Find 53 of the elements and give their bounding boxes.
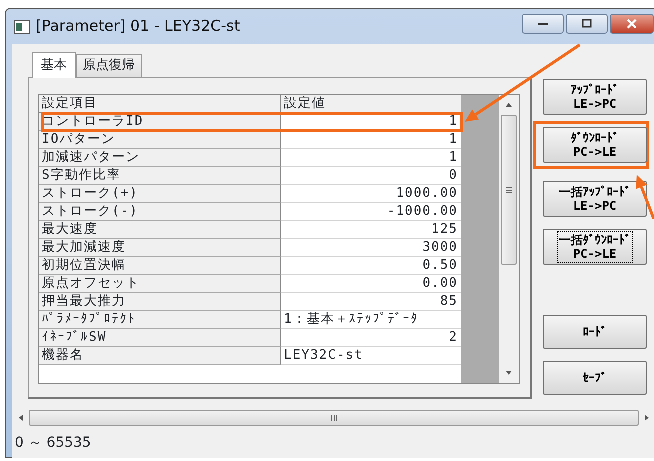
table-cell: ﾊﾟﾗﾒｰﾀﾌﾟﾛﾃｸﾄ bbox=[39, 311, 281, 329]
table-cell[interactable]: 1 bbox=[281, 149, 461, 167]
scroll-right-icon[interactable] bbox=[643, 414, 651, 422]
table-cell[interactable]: 125 bbox=[281, 221, 461, 239]
table-cell: ｲﾈｰﾌﾞﾙSW bbox=[39, 329, 281, 347]
status-text: 0 ～ 65535 bbox=[14, 434, 92, 453]
column-header: 設定値 bbox=[281, 95, 461, 113]
table-cell: ストローク(+) bbox=[39, 185, 281, 203]
scroll-down-icon[interactable] bbox=[505, 369, 513, 377]
table-cell[interactable]: 0.50 bbox=[281, 257, 461, 275]
file-button[interactable]: ﾛｰﾄﾞ bbox=[543, 315, 647, 349]
table-cell[interactable]: -1000.00 bbox=[281, 203, 461, 221]
close-button[interactable] bbox=[610, 14, 654, 34]
table-cell[interactable]: 1 bbox=[281, 131, 461, 149]
scroll-left-icon[interactable] bbox=[17, 414, 25, 422]
vertical-scrollbar[interactable] bbox=[499, 95, 519, 383]
tab[interactable]: 原点復帰 bbox=[76, 54, 142, 77]
transfer-button[interactable]: 一括ﾀﾞｳﾝﾛｰﾄﾞ PC->LE bbox=[543, 229, 647, 265]
tab[interactable]: 基本 bbox=[32, 52, 76, 78]
table-cell: コントローラID bbox=[39, 113, 281, 131]
scroll-thumb[interactable] bbox=[501, 115, 517, 265]
maximize-icon bbox=[582, 19, 592, 28]
table-cell: 初期位置決幅 bbox=[39, 257, 281, 275]
file-button[interactable]: ｾｰﾌﾞ bbox=[543, 361, 647, 395]
table-cell[interactable]: 2 bbox=[281, 329, 461, 347]
table-cell: 最大速度 bbox=[39, 221, 281, 239]
table-cell[interactable]: 3000 bbox=[281, 239, 461, 257]
table-cell: 機器名 bbox=[39, 347, 281, 365]
table-cell: S字動作比率 bbox=[39, 167, 281, 185]
table-cell[interactable]: 1000.00 bbox=[281, 185, 461, 203]
table-cell[interactable]: LEY32C-st bbox=[281, 347, 461, 365]
table-cell: ストローク(-) bbox=[39, 203, 281, 221]
table-cell: 加減速パターン bbox=[39, 149, 281, 167]
transfer-button[interactable]: ﾀﾞｳﾝﾛｰﾄﾞ PC->LE bbox=[543, 127, 647, 163]
table-cell: 押当最大推力 bbox=[39, 293, 281, 311]
window-title: [Parameter] 01 - LEY32C-st bbox=[36, 16, 240, 38]
table-cell: IOパターン bbox=[39, 131, 281, 149]
table-cell[interactable]: 1：基本＋ｽﾃｯﾌﾟﾃﾞｰﾀ bbox=[281, 311, 461, 329]
close-icon bbox=[626, 18, 638, 28]
minimize-icon bbox=[538, 22, 548, 26]
column-header: 設定項目 bbox=[39, 95, 281, 113]
transfer-button[interactable]: 一括ｱｯﾌﾟﾛｰﾄﾞ LE->PC bbox=[543, 181, 647, 217]
maximize-button[interactable] bbox=[566, 14, 608, 34]
table-cell: 原点オフセット bbox=[39, 275, 281, 293]
scroll-up-icon[interactable] bbox=[505, 101, 513, 109]
app-icon bbox=[14, 20, 30, 34]
table-cell: 最大加減速度 bbox=[39, 239, 281, 257]
minimize-button[interactable] bbox=[522, 14, 564, 34]
table-cell[interactable]: 0 bbox=[281, 167, 461, 185]
table-cell[interactable]: 85 bbox=[281, 293, 461, 311]
callout-arrow bbox=[636, 175, 654, 220]
table-cell[interactable]: 0.00 bbox=[281, 275, 461, 293]
transfer-button[interactable]: ｱｯﾌﾟﾛｰﾄﾞ LE->PC bbox=[543, 79, 647, 115]
